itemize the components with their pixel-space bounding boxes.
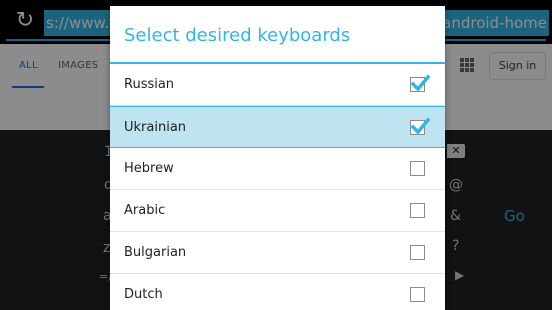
list-item-hebrew[interactable]: Hebrew [110, 148, 445, 190]
list-item-dutch[interactable]: Dutch [110, 274, 445, 310]
checkbox-unchecked[interactable] [410, 203, 425, 218]
checkbox-unchecked[interactable] [410, 287, 425, 302]
list-item-label: Ukrainian [124, 120, 187, 135]
checkbox-unchecked[interactable] [410, 161, 425, 176]
dialog-title: Select desired keyboards [124, 25, 351, 46]
keyboard-select-dialog: Select desired keyboards Russian Ukrainia… [110, 6, 445, 310]
checkbox-checked[interactable] [410, 74, 430, 92]
list-item-russian[interactable]: Russian [110, 64, 445, 106]
checkmark-icon [410, 74, 430, 92]
list-item-label: Dutch [124, 287, 163, 302]
checkmark-icon [410, 117, 430, 135]
list-item-ukrainian[interactable]: Ukrainian [110, 106, 445, 148]
list-item-label: Bulgarian [124, 245, 187, 260]
list-item-label: Russian [124, 77, 175, 92]
list-item-arabic[interactable]: Arabic [110, 190, 445, 232]
list-item-label: Hebrew [124, 161, 174, 176]
list-item-bulgarian[interactable]: Bulgarian [110, 232, 445, 274]
checkbox-checked[interactable] [410, 117, 430, 135]
list-item-label: Arabic [124, 203, 166, 218]
checkbox-unchecked[interactable] [410, 245, 425, 260]
